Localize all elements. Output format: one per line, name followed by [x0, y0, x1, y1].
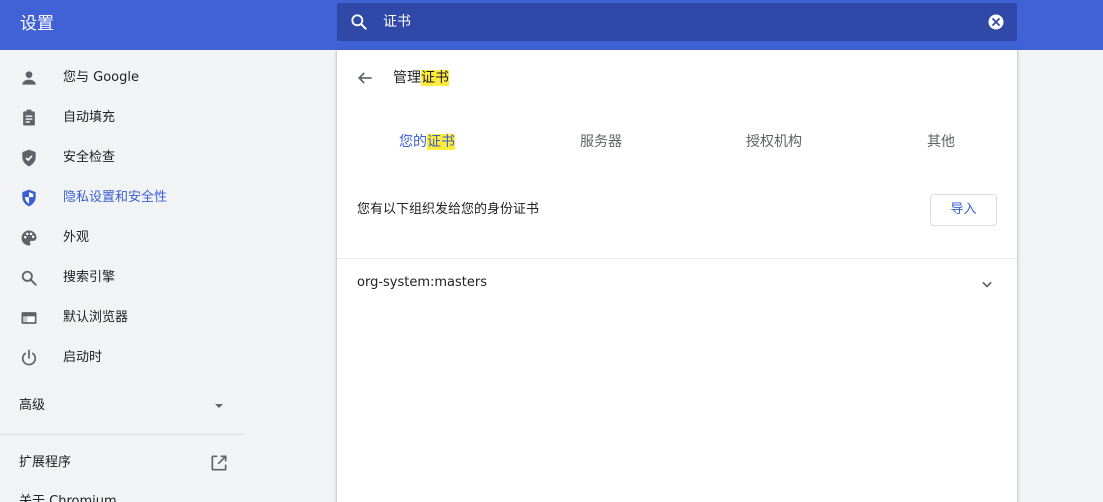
app-title: 设置	[20, 14, 54, 34]
sidebar-item-label: 搜索引擎	[63, 270, 116, 285]
advanced-toggle[interactable]: 高级	[19, 397, 45, 415]
clear-search-icon[interactable]	[987, 13, 1005, 31]
page-title-prefix: 管理	[393, 70, 421, 86]
tab-your-certificates[interactable]: 您的证书	[399, 133, 455, 151]
sidebar-item-label: 自动填充	[63, 110, 116, 125]
shield-check-icon	[22, 149, 36, 167]
sidebar-item-extensions[interactable]: 扩展程序	[19, 454, 71, 472]
organization-name: org-system:masters	[357, 275, 488, 290]
tab-authorities[interactable]: 授权机构	[746, 133, 802, 151]
tab-others[interactable]: 其他	[927, 133, 955, 151]
certificates-card: 管理证书 您的证书 服务器 授权机构 其他 您有以下组织发给您的身份证书 导入 …	[337, 50, 1017, 502]
sidebar-divider	[0, 434, 245, 435]
person-icon	[22, 71, 36, 85]
sidebar: 您与 Google 自动填充 安全检查 隐私设置和安全性 外观 搜索引擎 默认浏…	[0, 50, 245, 502]
certificates-description: 您有以下组织发给您的身份证书	[357, 202, 540, 217]
sidebar-item-label: 启动时	[63, 350, 103, 365]
power-icon	[21, 349, 37, 366]
sidebar-item-safety-check[interactable]: 安全检查	[0, 138, 245, 178]
caret-down-icon[interactable]	[213, 402, 225, 410]
search-input[interactable]: 证书	[383, 13, 411, 31]
search-box[interactable]: 证书	[337, 3, 1017, 41]
sidebar-item-you-and-google[interactable]: 您与 Google	[0, 58, 245, 98]
organization-row[interactable]: org-system:masters	[337, 259, 1017, 307]
shield-half-icon	[22, 189, 36, 207]
sidebar-item-privacy-security[interactable]: 隐私设置和安全性	[0, 178, 245, 218]
sidebar-item-default-browser[interactable]: 默认浏览器	[0, 298, 245, 338]
sidebar-item-about[interactable]: 关于 Chromium	[19, 493, 117, 502]
sidebar-item-autofill[interactable]: 自动填充	[0, 98, 245, 138]
sidebar-item-label: 外观	[63, 230, 90, 245]
back-arrow-icon[interactable]	[355, 68, 375, 88]
top-bar: 设置 证书	[0, 0, 1103, 50]
search-icon	[21, 270, 37, 286]
sidebar-item-search-engine[interactable]: 搜索引擎	[0, 258, 245, 298]
tab-label-highlight: 证书	[427, 134, 455, 150]
palette-icon	[21, 230, 37, 246]
clipboard-icon	[23, 109, 35, 126]
browser-window-icon	[21, 312, 37, 324]
chevron-down-icon[interactable]	[977, 274, 997, 294]
sidebar-item-label: 默认浏览器	[63, 310, 129, 325]
sidebar-item-label: 安全检查	[63, 150, 116, 165]
page-title: 管理证书	[393, 69, 449, 87]
sidebar-item-label: 隐私设置和安全性	[63, 190, 168, 205]
sidebar-item-appearance[interactable]: 外观	[0, 218, 245, 258]
search-icon	[351, 14, 367, 30]
import-button[interactable]: 导入	[930, 194, 997, 226]
tab-servers[interactable]: 服务器	[580, 133, 622, 151]
sidebar-item-on-startup[interactable]: 启动时	[0, 338, 245, 378]
page-title-highlight: 证书	[421, 70, 449, 86]
sidebar-item-label: 您与 Google	[63, 70, 139, 85]
tab-label-prefix: 您的	[399, 134, 427, 150]
open-in-new-icon[interactable]	[209, 453, 229, 473]
